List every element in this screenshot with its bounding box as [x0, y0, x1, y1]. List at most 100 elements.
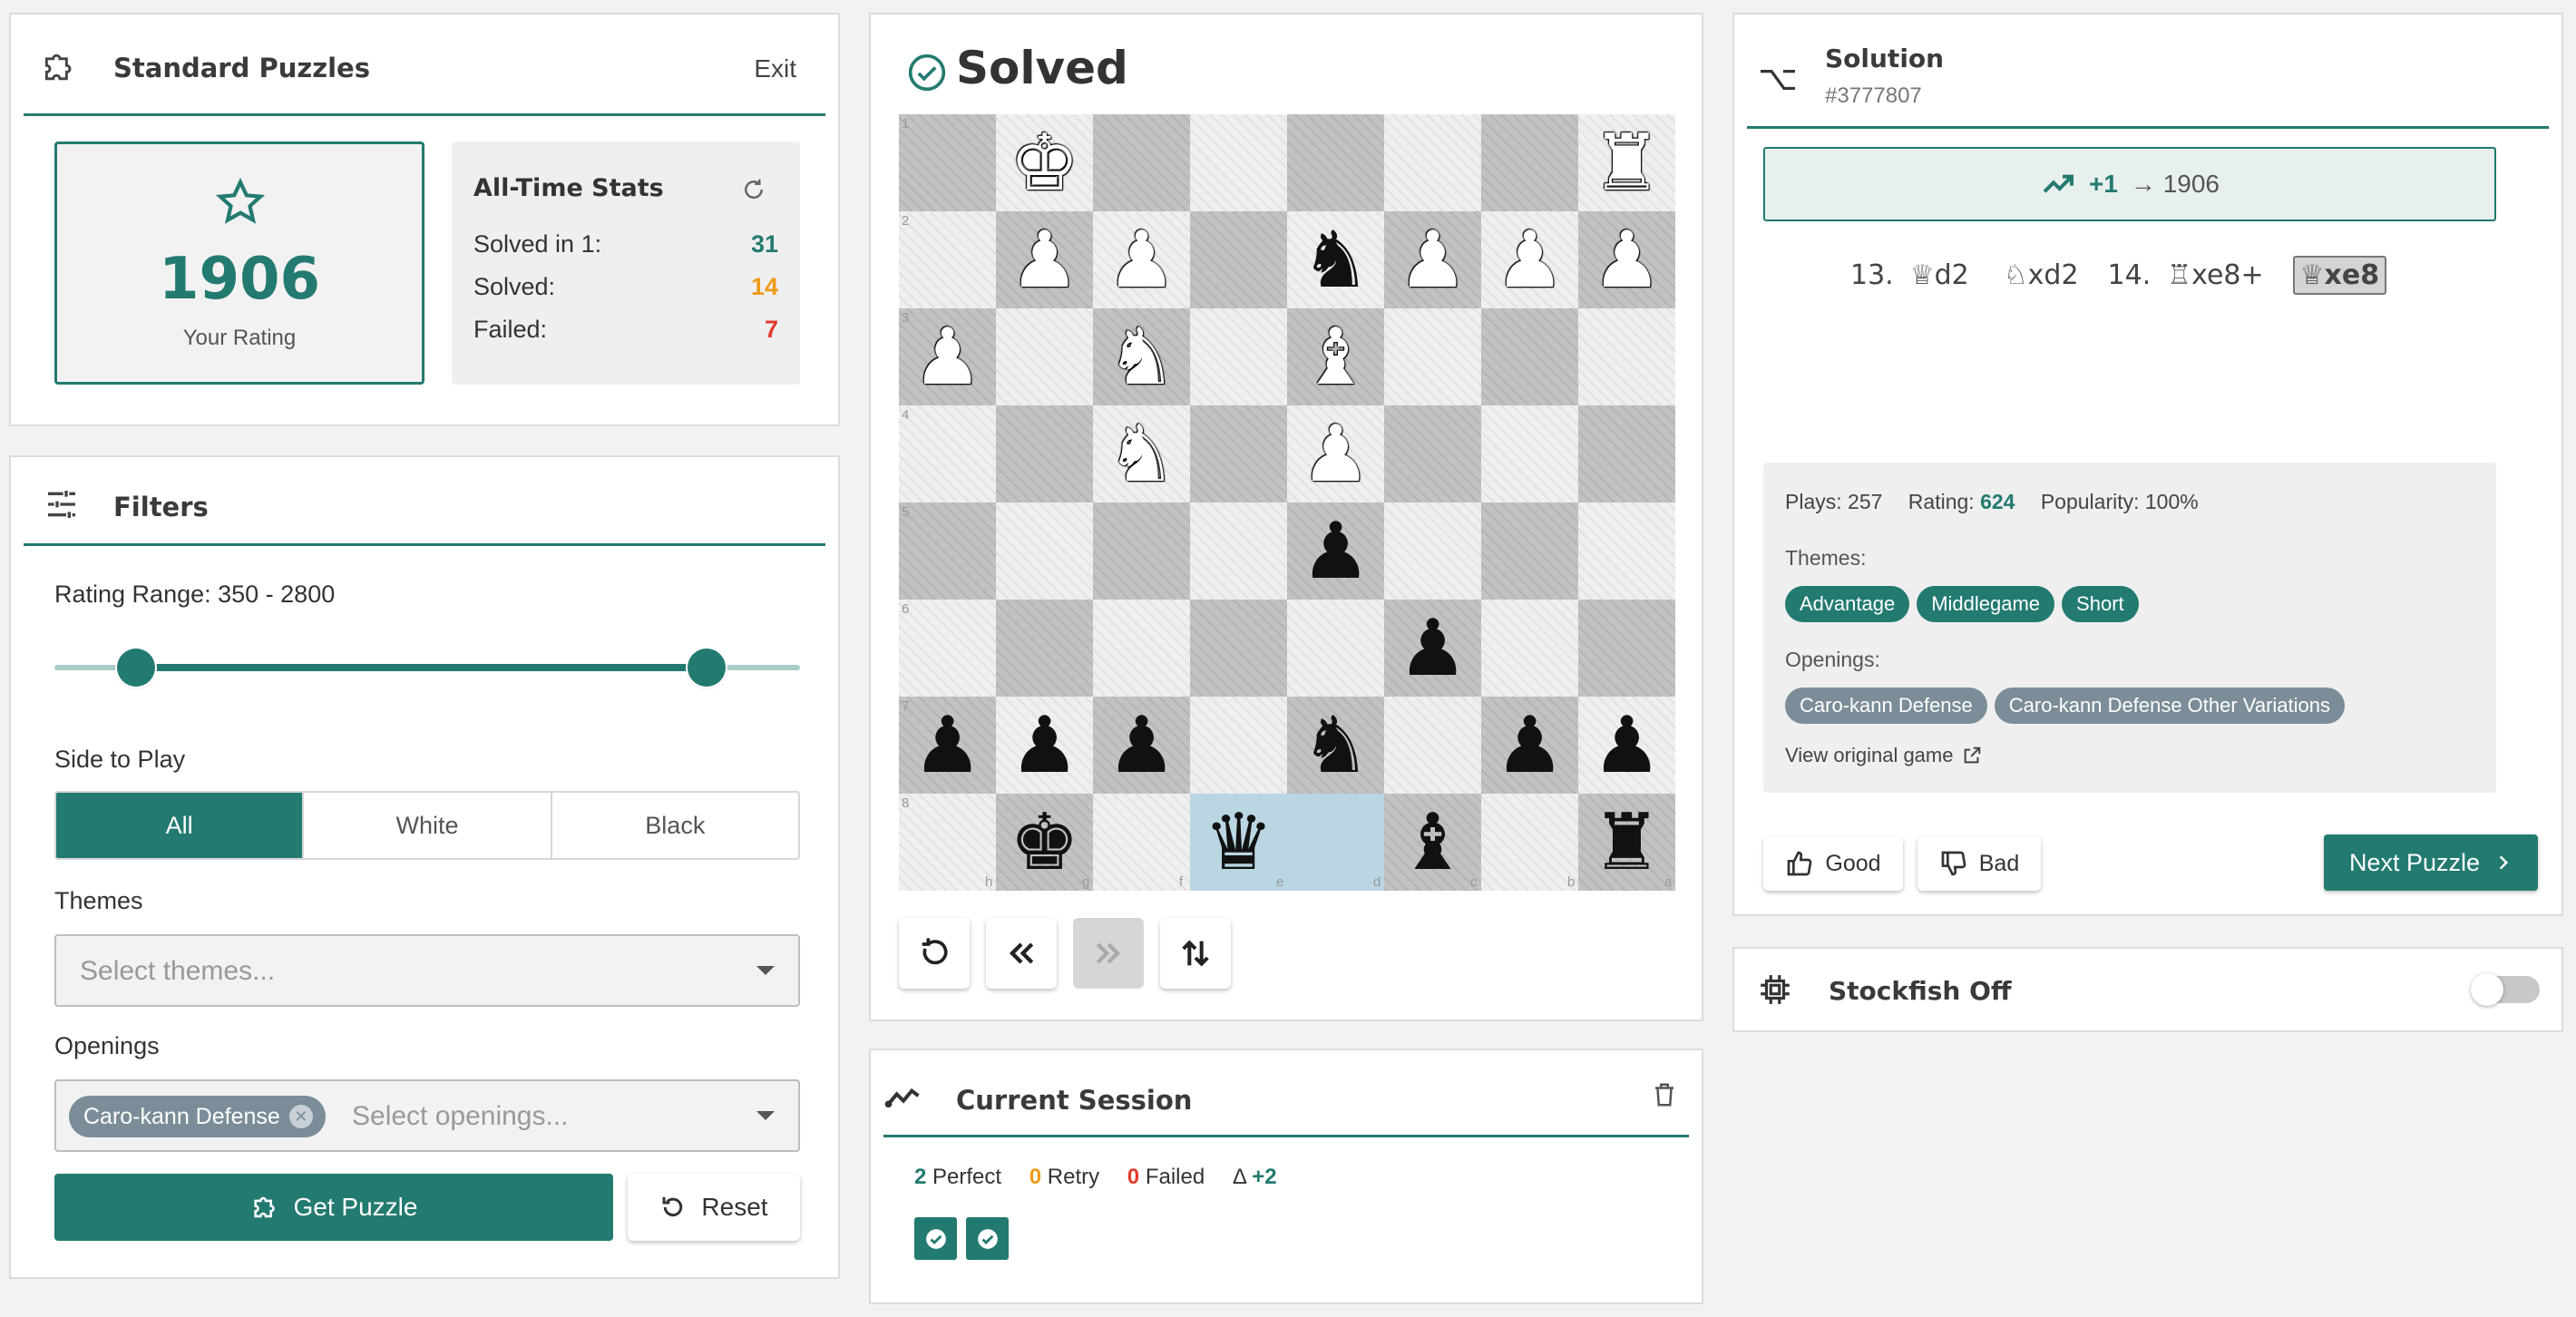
white-king-icon[interactable]: ♚ — [1010, 124, 1079, 202]
move[interactable]: ♖xe8+ — [2161, 258, 2269, 293]
board-square[interactable] — [996, 600, 1093, 697]
board-square[interactable] — [1384, 114, 1481, 211]
black-queen-icon[interactable]: ♛ — [1204, 804, 1273, 882]
black-pawn-icon[interactable]: ♟ — [1592, 707, 1662, 785]
board-square[interactable]: ♟ — [996, 211, 1093, 308]
black-pawn-icon[interactable]: ♟ — [1010, 707, 1079, 785]
board-square[interactable]: ♞ — [1287, 697, 1384, 794]
slider-max-handle[interactable] — [688, 649, 727, 687]
board-square[interactable]: ♟ — [1093, 211, 1190, 308]
white-bishop-icon[interactable]: ♝ — [1301, 318, 1371, 396]
black-rook-icon[interactable]: ♜ — [1592, 804, 1662, 882]
flip-board-button[interactable] — [1160, 918, 1231, 989]
board-square[interactable] — [1190, 308, 1287, 405]
board-square[interactable]: ♟ — [899, 697, 996, 794]
black-pawn-icon[interactable]: ♟ — [1107, 707, 1176, 785]
board-square[interactable] — [1481, 502, 1578, 600]
theme-tag[interactable]: Advantage — [1785, 586, 1910, 622]
white-pawn-icon[interactable]: ♟ — [912, 318, 982, 396]
exit-button[interactable]: Exit — [754, 54, 796, 83]
white-pawn-icon[interactable]: ♟ — [1301, 415, 1371, 493]
theme-tag[interactable]: Short — [2062, 586, 2139, 622]
board-square[interactable]: ♟ — [1287, 405, 1384, 502]
board-square[interactable]: ♝ — [1384, 794, 1481, 891]
white-pawn-icon[interactable]: ♟ — [1107, 221, 1176, 299]
board-square[interactable] — [1384, 405, 1481, 502]
move[interactable]: ♘xd2 — [1998, 258, 2084, 293]
board-square[interactable] — [1481, 308, 1578, 405]
white-knight-icon[interactable]: ♞ — [1107, 318, 1176, 396]
board-square[interactable] — [1190, 114, 1287, 211]
restart-button[interactable] — [899, 918, 970, 989]
board-square[interactable]: ♟ — [899, 308, 996, 405]
board-square[interactable] — [1384, 502, 1481, 600]
board-square[interactable]: ♝ — [1287, 308, 1384, 405]
black-pawn-icon[interactable]: ♟ — [1495, 707, 1565, 785]
board-square[interactable] — [1190, 600, 1287, 697]
board-square[interactable]: ♟ — [1578, 697, 1675, 794]
board-square[interactable]: ♜ — [1578, 794, 1675, 891]
black-king-icon[interactable]: ♚ — [1010, 804, 1079, 882]
black-pawn-icon[interactable]: ♟ — [1301, 512, 1371, 590]
board-square[interactable]: ♟ — [1578, 211, 1675, 308]
board-square[interactable]: ♟ — [1481, 211, 1578, 308]
board-square[interactable]: ♟ — [1384, 211, 1481, 308]
board-square[interactable] — [1287, 600, 1384, 697]
board-square[interactable] — [1190, 405, 1287, 502]
white-pawn-icon[interactable]: ♟ — [1495, 221, 1565, 299]
board-square[interactable] — [1578, 405, 1675, 502]
board-square[interactable]: ♚ — [996, 794, 1093, 891]
view-original-game-link[interactable]: View original game — [1785, 744, 1982, 767]
board-square[interactable]: ♛ — [1190, 794, 1287, 891]
session-result-solved-icon[interactable] — [914, 1217, 957, 1260]
opening-tag[interactable]: Caro-kann Defense — [1785, 688, 1987, 724]
board-square[interactable] — [1093, 600, 1190, 697]
side-option-black[interactable]: Black — [550, 793, 798, 858]
trash-icon[interactable] — [1651, 1081, 1678, 1108]
board-square[interactable]: ♞ — [1093, 308, 1190, 405]
board-square[interactable] — [1093, 794, 1190, 891]
board-square[interactable] — [899, 794, 996, 891]
rating-range-slider[interactable] — [54, 646, 800, 689]
board-square[interactable] — [1190, 211, 1287, 308]
board-square[interactable] — [1578, 502, 1675, 600]
board-square[interactable] — [1093, 114, 1190, 211]
opening-chip[interactable]: Caro-kann Defense ✕ — [69, 1096, 326, 1137]
get-puzzle-button[interactable]: Get Puzzle — [54, 1174, 613, 1241]
themes-select[interactable]: Select themes... — [54, 934, 800, 1007]
engine-toggle[interactable] — [2471, 973, 2540, 1006]
white-knight-icon[interactable]: ♞ — [1107, 415, 1176, 493]
board-square[interactable] — [996, 308, 1093, 405]
move[interactable]: ♕d2 — [1905, 258, 1975, 293]
previous-move-button[interactable] — [986, 918, 1057, 989]
board-square[interactable] — [899, 405, 996, 502]
board-square[interactable]: ♟ — [1384, 600, 1481, 697]
board-square[interactable] — [1093, 502, 1190, 600]
reset-button[interactable]: Reset — [628, 1174, 800, 1241]
session-result-solved-icon[interactable] — [966, 1217, 1009, 1260]
black-bishop-icon[interactable]: ♝ — [1398, 804, 1468, 882]
board-square[interactable]: ♞ — [1093, 405, 1190, 502]
board-square[interactable] — [1384, 308, 1481, 405]
good-button[interactable]: Good — [1763, 836, 1903, 891]
board-square[interactable] — [996, 502, 1093, 600]
board-square[interactable]: ♟ — [1093, 697, 1190, 794]
remove-chip-icon[interactable]: ✕ — [288, 1105, 313, 1128]
board-square[interactable]: ♟ — [1481, 697, 1578, 794]
next-puzzle-button[interactable]: Next Puzzle — [2324, 834, 2538, 891]
refresh-stats-icon[interactable] — [740, 176, 767, 203]
board-square[interactable] — [1287, 794, 1384, 891]
board-square[interactable] — [1384, 697, 1481, 794]
opening-tag[interactable]: Caro-kann Defense Other Variations — [1994, 688, 2345, 724]
board-square[interactable] — [1287, 114, 1384, 211]
board-square[interactable] — [1481, 600, 1578, 697]
chess-board[interactable]: ♚ ♜ ♟ ♟ ♞ ♟ ♟ ♟ ♟ ♞ ♝ ♞ ♟ ♟ ♟ ♟ ♟ ♟ ♞ ♟ ♟ ♚ ♛ ♝ ♜ 1 2 3 4 5 6 7 8 h g f e d c b… — [899, 114, 1675, 891]
white-pawn-icon[interactable]: ♟ — [1592, 221, 1662, 299]
board-square[interactable] — [996, 405, 1093, 502]
openings-select[interactable]: Caro-kann Defense ✕ Select openings... — [54, 1079, 800, 1152]
board-square[interactable] — [899, 211, 996, 308]
board-square[interactable]: ♟ — [1287, 502, 1384, 600]
move-current[interactable]: ♕xe8 — [2292, 256, 2387, 295]
black-knight-icon[interactable]: ♞ — [1301, 221, 1371, 299]
board-square[interactable] — [1481, 794, 1578, 891]
